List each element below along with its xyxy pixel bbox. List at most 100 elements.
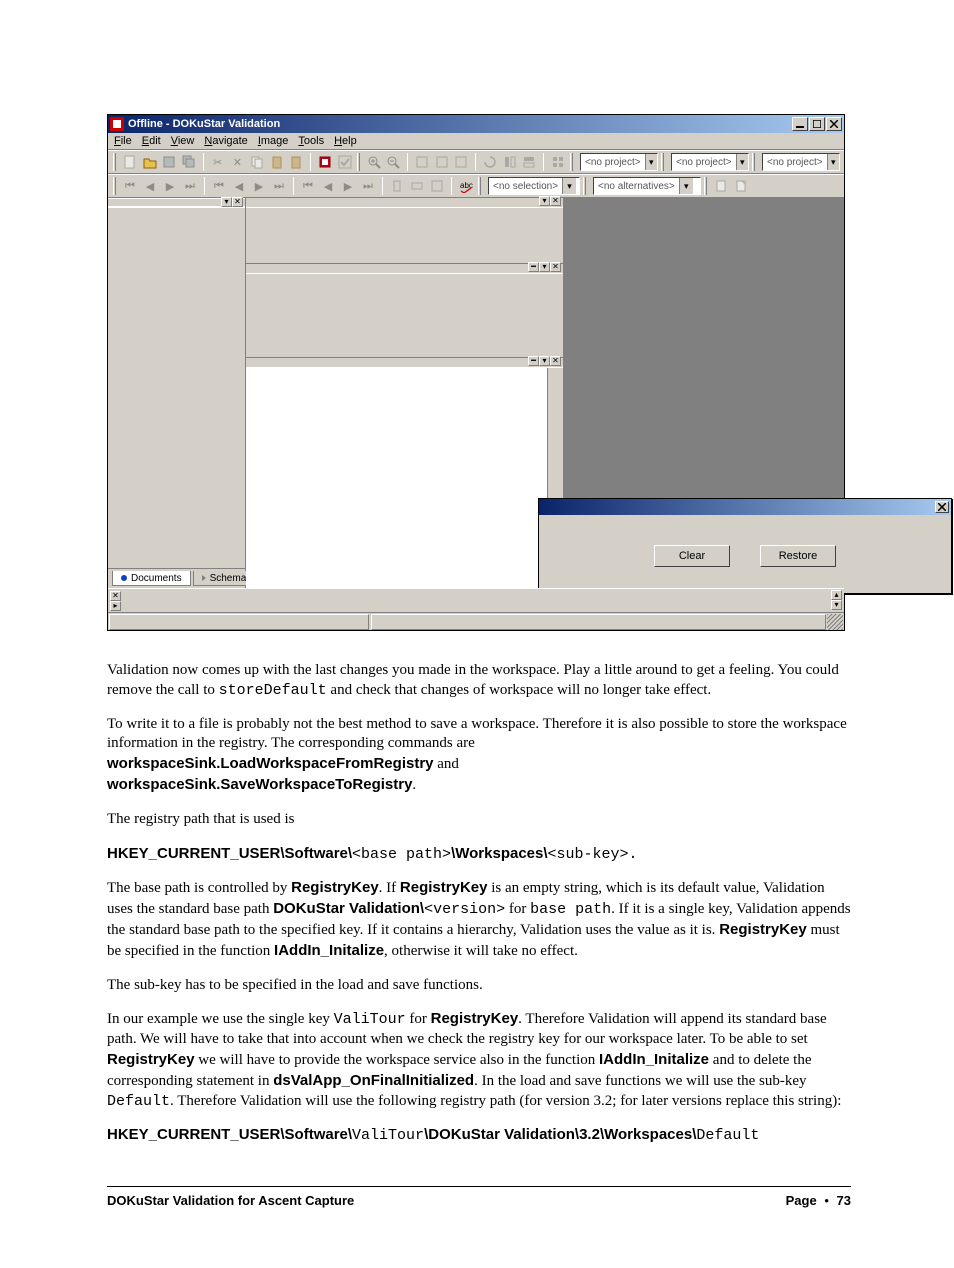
last-icon[interactable]: ⏭	[181, 177, 199, 195]
app-icon	[110, 117, 124, 131]
pane-close-icon[interactable]: ✕	[550, 262, 561, 272]
bottom-right-icon[interactable]: ▸	[110, 601, 121, 611]
alternatives-combo[interactable]: <no alternatives>▾	[593, 177, 701, 195]
right-pane: Clear Restore	[564, 198, 844, 588]
layout3-icon[interactable]	[549, 153, 567, 171]
center-pane: ▾✕ ━▾✕ ━▾✕	[246, 198, 564, 588]
notes-icon[interactable]	[316, 153, 334, 171]
tool-c-icon[interactable]	[428, 177, 446, 195]
statusbar	[108, 612, 844, 630]
chevron-down-icon[interactable]: ▾	[645, 154, 657, 170]
last3-icon[interactable]: ⏭	[359, 177, 377, 195]
rotate-icon[interactable]	[481, 153, 499, 171]
saveall-icon[interactable]	[180, 153, 198, 171]
project-combo-3[interactable]: <no project>▾	[762, 153, 840, 171]
first-icon[interactable]: ⏮	[121, 177, 139, 195]
toolbar-1: ✂ ✕ <no project>▾ <no project>▾	[108, 150, 844, 174]
chevron-down-icon[interactable]: ▾	[562, 178, 576, 194]
tool-a-icon[interactable]	[388, 177, 406, 195]
pane-dropdown-icon[interactable]: ▾	[539, 196, 550, 206]
page-label: Page	[786, 1193, 817, 1208]
pane-min-icon[interactable]: ━	[528, 356, 539, 366]
zoomin-icon[interactable]	[365, 153, 383, 171]
paste-icon[interactable]	[268, 153, 286, 171]
pane-min-icon[interactable]: ━	[528, 262, 539, 272]
menu-view[interactable]: View	[171, 135, 195, 147]
chevron-down-icon[interactable]: ▾	[736, 154, 748, 170]
menu-tools[interactable]: Tools	[298, 135, 324, 147]
tab-documents[interactable]: Documents	[112, 571, 191, 586]
pane-dropdown-icon[interactable]: ▾	[539, 262, 550, 272]
fit3-icon[interactable]	[453, 153, 471, 171]
app-body: ▾ ✕ Documents Schema ▾✕ ━▾✕	[108, 198, 844, 588]
fit1-icon[interactable]	[413, 153, 431, 171]
close-button[interactable]	[826, 117, 842, 131]
registry-path: HKEY_CURRENT_USER\Software\	[107, 1126, 352, 1143]
pane-close-icon[interactable]: ✕	[550, 356, 561, 366]
window-title: Offline - DOKuStar Validation	[128, 118, 792, 130]
registry-path: HKEY_CURRENT_USER\Software\	[107, 845, 352, 862]
fit2-icon[interactable]	[433, 153, 451, 171]
last2-icon[interactable]: ⏭	[270, 177, 288, 195]
copy-icon[interactable]	[248, 153, 266, 171]
titlebar: Offline - DOKuStar Validation	[108, 115, 844, 133]
menu-image[interactable]: Image	[258, 135, 289, 147]
prev2-icon[interactable]: ◀	[230, 177, 248, 195]
next3-icon[interactable]: ▶	[339, 177, 357, 195]
resize-grip-icon[interactable]	[827, 614, 843, 630]
document-text: Validation now comes up with the last ch…	[107, 661, 851, 1146]
next-icon[interactable]: ▶	[161, 177, 179, 195]
spellcheck-icon[interactable]: abc	[457, 177, 475, 195]
scroll-down-icon[interactable]: ▾	[831, 600, 842, 610]
pane-close-icon[interactable]: ✕	[550, 196, 561, 206]
body-text: The registry path that is used is	[107, 810, 851, 830]
selection-combo[interactable]: <no selection>▾	[488, 177, 580, 195]
bottom-close-icon[interactable]: ✕	[110, 591, 121, 601]
cut-icon[interactable]: ✂	[209, 153, 227, 171]
layout2-icon[interactable]	[521, 153, 539, 171]
restore-button[interactable]: Restore	[760, 545, 836, 567]
page1-icon[interactable]	[712, 177, 730, 195]
project-combo-2[interactable]: <no project>▾	[671, 153, 749, 171]
chevron-down-icon[interactable]: ▾	[679, 178, 693, 194]
delete-icon[interactable]: ✕	[229, 153, 247, 171]
layout1-icon[interactable]	[501, 153, 519, 171]
api-name: workspaceSink.SaveWorkspaceToRegistry	[107, 776, 412, 793]
next2-icon[interactable]: ▶	[250, 177, 268, 195]
api-name: workspaceSink.LoadWorkspaceFromRegistry	[107, 755, 434, 772]
footer-title: DOKuStar Validation for Ascent Capture	[107, 1193, 354, 1208]
left-pane: ▾ ✕ Documents Schema	[108, 198, 246, 588]
check-icon[interactable]	[336, 153, 354, 171]
first3-icon[interactable]: ⏮	[299, 177, 317, 195]
save-icon[interactable]	[160, 153, 178, 171]
pane-close-icon[interactable]: ✕	[232, 197, 243, 207]
prev3-icon[interactable]: ◀	[319, 177, 337, 195]
minimize-button[interactable]	[792, 117, 808, 131]
page2-icon[interactable]	[732, 177, 750, 195]
page-footer: DOKuStar Validation for Ascent Capture P…	[107, 1186, 851, 1208]
chevron-down-icon[interactable]: ▾	[827, 154, 839, 170]
bottom-scroll-area: ✕ ▸ ▴ ▾	[108, 588, 844, 612]
menu-edit[interactable]: Edit	[142, 135, 161, 147]
project-combo-1[interactable]: <no project>▾	[580, 153, 658, 171]
menu-file[interactable]: File	[114, 135, 132, 147]
first2-icon[interactable]: ⏮	[210, 177, 228, 195]
body-text: To write it to a file is probably not th…	[107, 716, 847, 752]
prev-icon[interactable]: ◀	[141, 177, 159, 195]
dialog-close-icon[interactable]	[935, 501, 949, 513]
open-icon[interactable]	[141, 153, 159, 171]
pane-dropdown-icon[interactable]: ▾	[539, 356, 550, 366]
toolbar-2: ⏮ ◀ ▶ ⏭ ⏮ ◀ ▶ ⏭ ⏮ ◀ ▶ ⏭ abc <no selectio…	[108, 174, 844, 198]
pane-dropdown-icon[interactable]: ▾	[221, 197, 232, 207]
paste2-icon[interactable]	[288, 153, 306, 171]
tool-b-icon[interactable]	[408, 177, 426, 195]
body-text: The sub-key has to be specified in the l…	[107, 976, 851, 996]
menu-help[interactable]: Help	[334, 135, 357, 147]
menu-navigate[interactable]: Navigate	[204, 135, 247, 147]
app-window: Offline - DOKuStar Validation File Edit …	[107, 114, 845, 631]
zoomout-icon[interactable]	[384, 153, 402, 171]
new-icon[interactable]	[121, 153, 139, 171]
scroll-up-icon[interactable]: ▴	[831, 590, 842, 600]
maximize-button[interactable]	[809, 117, 825, 131]
clear-button[interactable]: Clear	[654, 545, 730, 567]
